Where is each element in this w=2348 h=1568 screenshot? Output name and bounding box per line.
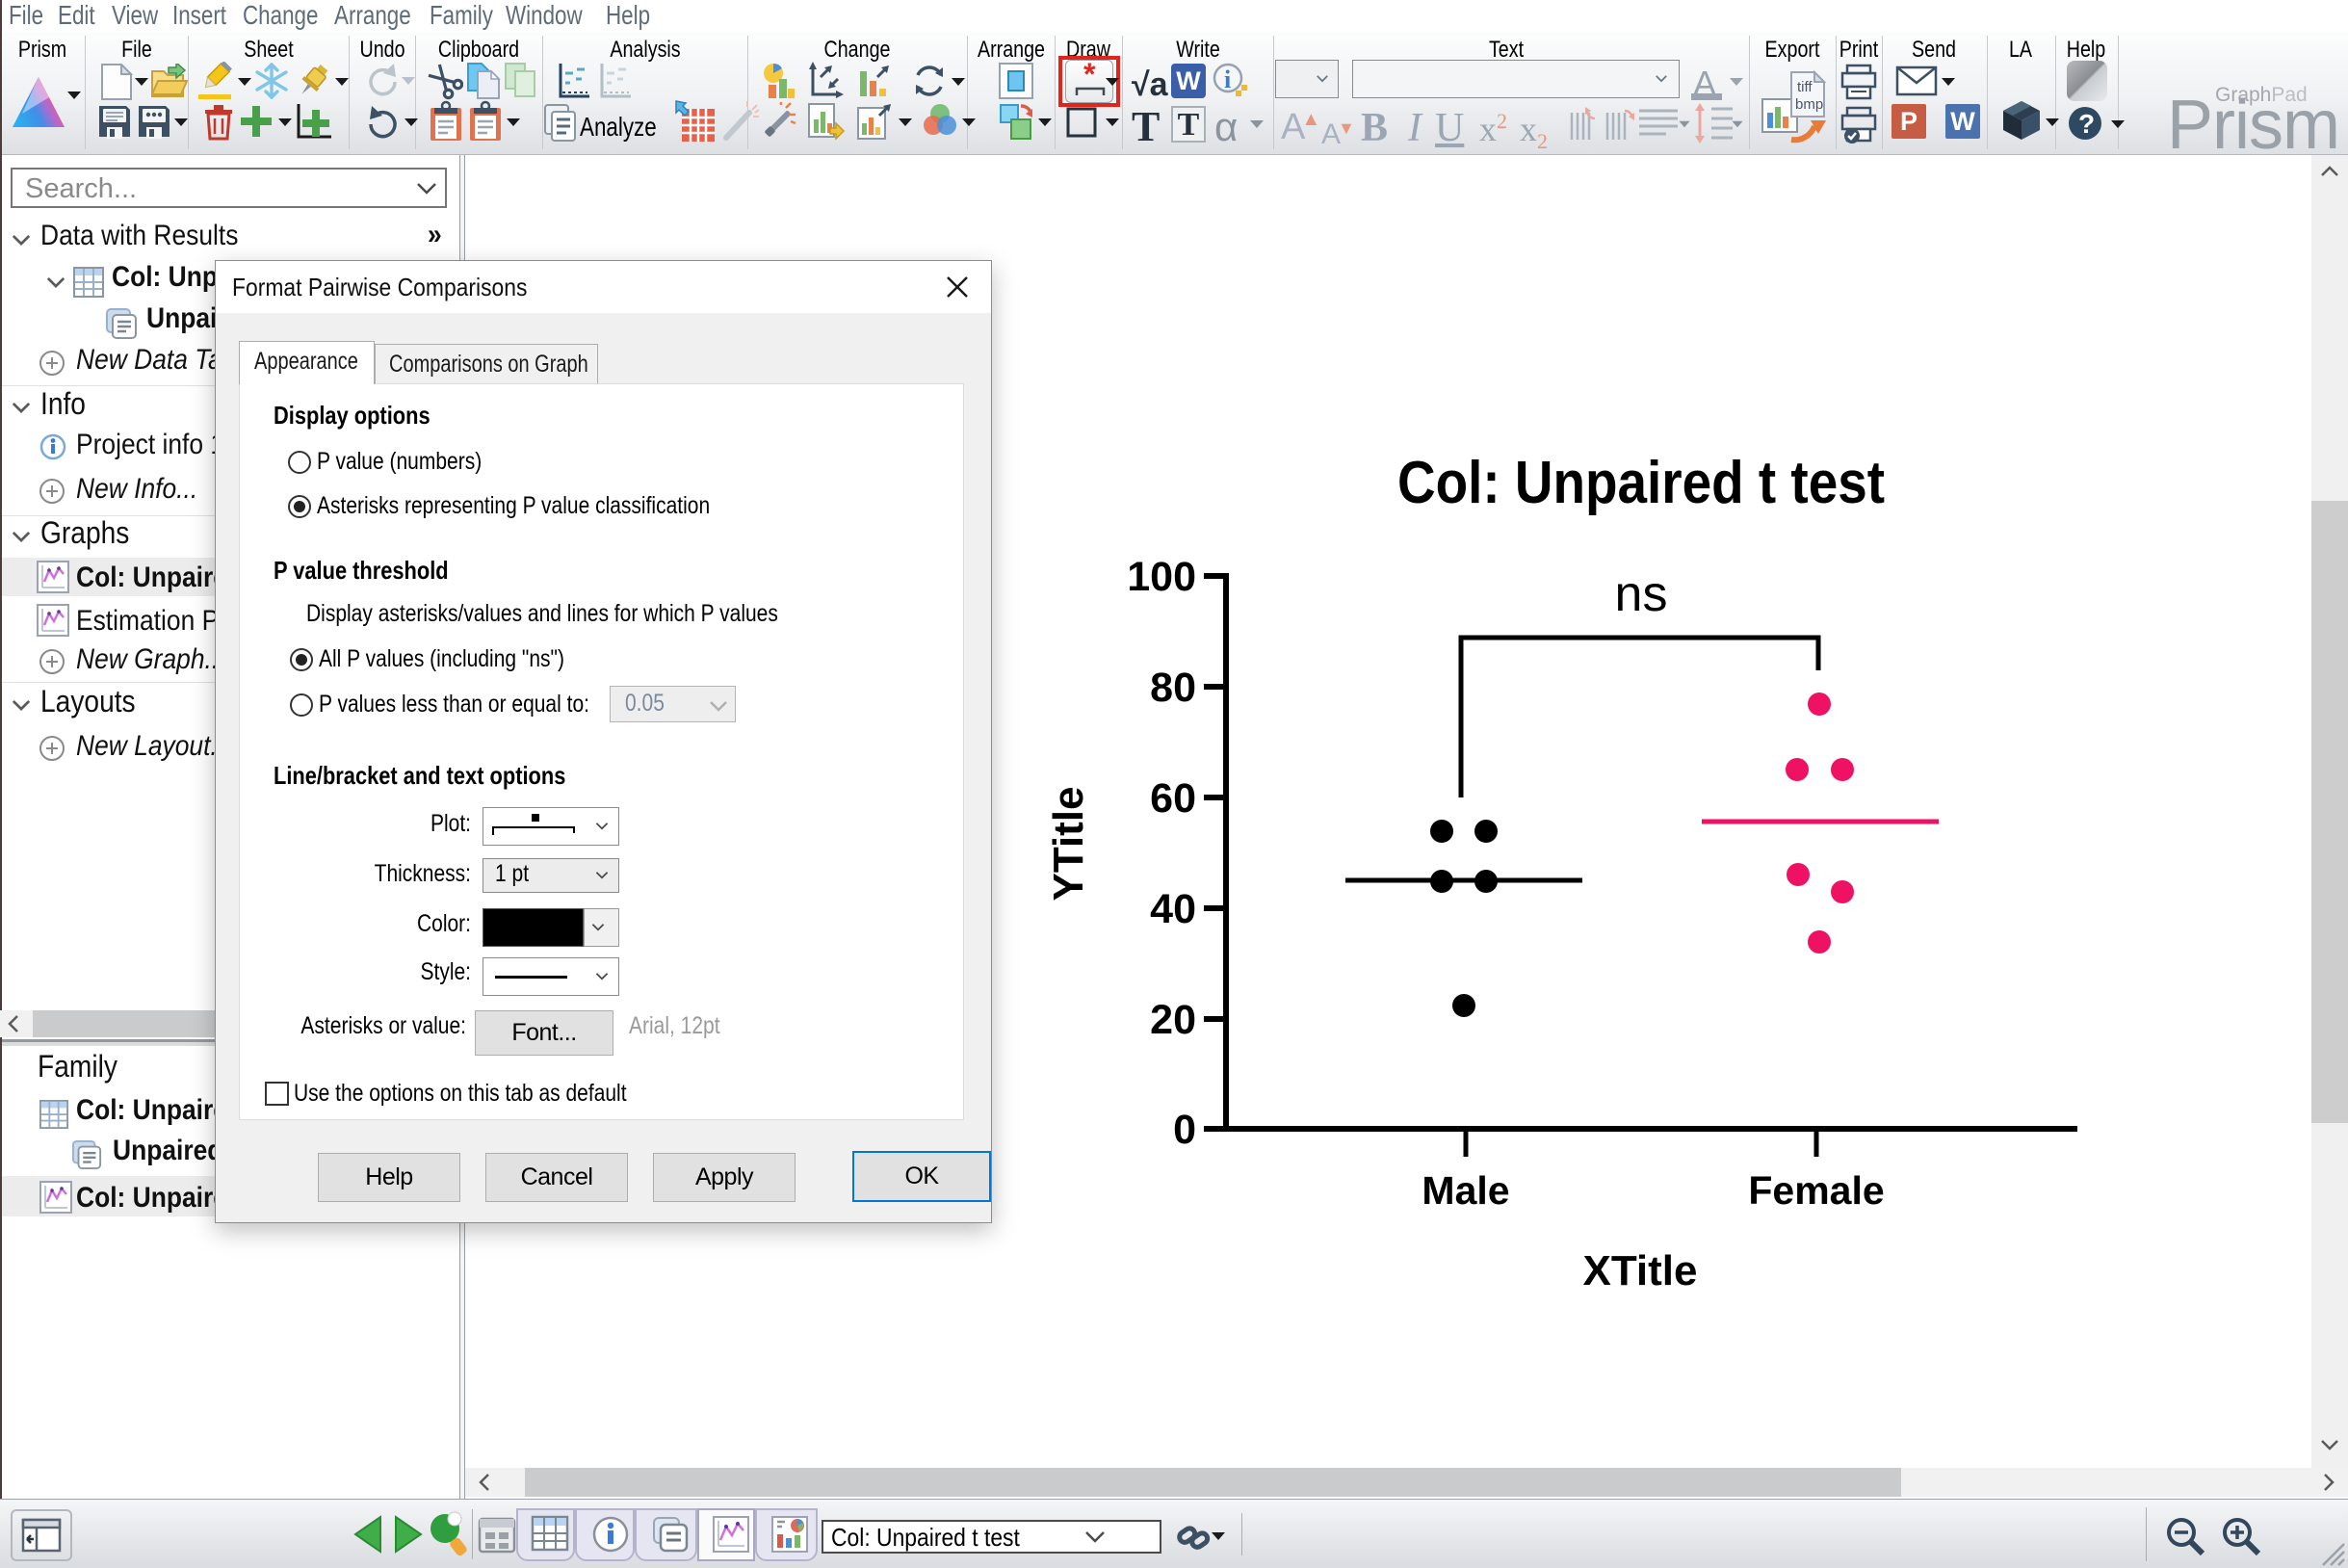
svg-text:Female: Female bbox=[1748, 1168, 1884, 1213]
svg-text:20: 20 bbox=[1150, 997, 1196, 1043]
svg-text:ns: ns bbox=[1615, 566, 1668, 622]
svg-text:*: * bbox=[1083, 62, 1096, 91]
svg-text:?: ? bbox=[2078, 109, 2095, 139]
svg-text:tiff: tiff bbox=[1797, 79, 1813, 95]
svg-text:i: i bbox=[1224, 65, 1231, 93]
svg-text:100: 100 bbox=[1127, 554, 1196, 600]
svg-text:Col: Unpaired t test: Col: Unpaired t test bbox=[1397, 450, 1885, 516]
svg-text:80: 80 bbox=[1150, 665, 1196, 711]
svg-text:Male: Male bbox=[1422, 1168, 1509, 1213]
svg-text:0: 0 bbox=[1173, 1107, 1196, 1153]
svg-text:40: 40 bbox=[1150, 886, 1196, 932]
svg-text:bmp: bmp bbox=[1795, 96, 1823, 113]
svg-text:60: 60 bbox=[1150, 775, 1196, 822]
svg-text:YTitle: YTitle bbox=[1045, 786, 1092, 901]
svg-text:XTitle: XTitle bbox=[1582, 1247, 1697, 1294]
